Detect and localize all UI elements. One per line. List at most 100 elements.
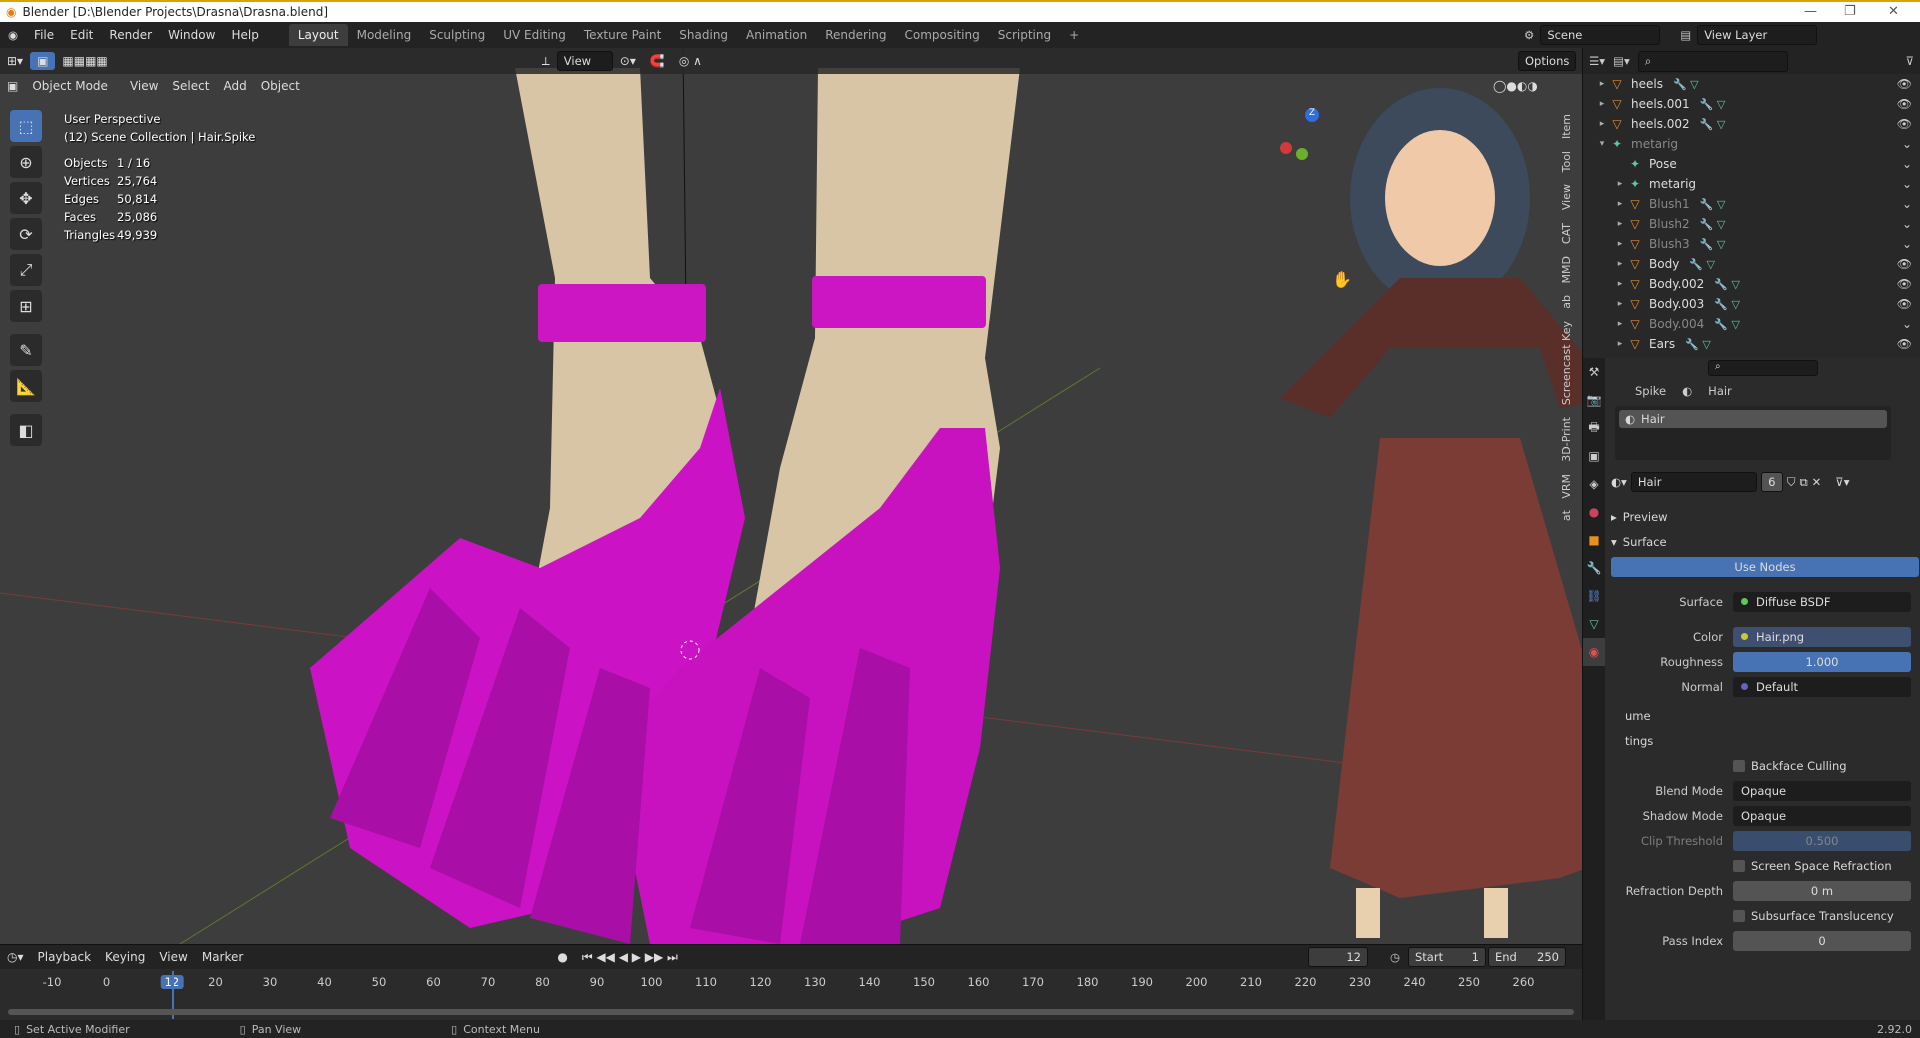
material-users-count[interactable]: 6 [1760, 472, 1783, 492]
material-browse-icon[interactable]: ⊽▾ [1835, 475, 1849, 489]
clip-threshold-slider[interactable]: 0.500 [1733, 830, 1911, 851]
output-tab-icon[interactable]: 🖶 [1583, 414, 1605, 442]
editor-type-icon[interactable]: ⊞▾ [0, 52, 30, 70]
sidebar-tab-item[interactable]: Item [1560, 108, 1580, 145]
outliner-row[interactable]: ▸ ▽ heels.001 🔧 ▽ 👁 [1583, 94, 1920, 114]
outliner-row[interactable]: ▸ ▽ Body.003 🔧 ▽ 👁 [1583, 294, 1920, 314]
tab-animation[interactable]: Animation [737, 24, 816, 46]
scene-tab-icon[interactable]: ◈ [1583, 470, 1605, 498]
surface-shader-field[interactable]: Diffuse BSDF [1733, 591, 1911, 612]
modifier-icons[interactable]: 🔧 ▽ [1689, 258, 1715, 271]
outliner-row[interactable]: ▸ ▽ Body.002 🔧 ▽ 👁 [1583, 274, 1920, 294]
sss-checkbox[interactable] [1733, 909, 1745, 922]
outliner-row[interactable]: ▸ ▽ Blush2 🔧 ▽ ⌄ [1583, 214, 1920, 234]
panel-settings[interactable]: tings [1605, 728, 1920, 753]
fake-user-icon[interactable]: ⛉ [1787, 475, 1796, 490]
expand-arrow-icon[interactable]: ▸ [1613, 319, 1627, 329]
blender-menu-icon[interactable]: ◉ [0, 28, 26, 42]
modifier-icons[interactable]: 🔧 ▽ [1673, 78, 1699, 91]
add-cube-tool[interactable]: ◧ [10, 414, 42, 446]
outliner-row[interactable]: ▾ ✦ metarig ⌄ [1583, 134, 1920, 154]
refraction-depth-field[interactable]: 0 m [1733, 880, 1911, 901]
expand-arrow-icon[interactable]: ▸ [1595, 79, 1609, 89]
modifier-icons[interactable]: 🔧 ▽ [1700, 198, 1726, 211]
blend-mode-select[interactable]: Opaque [1733, 780, 1911, 801]
filter-icon[interactable]: ⊽ [1906, 54, 1914, 68]
menu-help[interactable]: Help [223, 28, 266, 42]
expand-arrow-icon[interactable]: ▸ [1613, 279, 1627, 289]
sidebar-tab-tool[interactable]: Tool [1560, 145, 1580, 178]
modifier-icons[interactable]: 🔧 ▽ [1714, 318, 1740, 331]
expand-arrow-icon[interactable]: ▸ [1613, 179, 1627, 189]
backface-culling-checkbox[interactable] [1733, 759, 1745, 772]
menu-file[interactable]: File [26, 28, 62, 42]
pivot-icon[interactable]: ⊙▾ [613, 52, 643, 70]
navigation-gizmo[interactable]: Z ✋ [1270, 108, 1352, 289]
visibility-eye-icon[interactable]: 👁 [1897, 97, 1912, 111]
material-name-field[interactable]: Hair [1630, 472, 1757, 492]
sidebar-tab-vrm[interactable]: VRM [1560, 468, 1580, 505]
add-workspace-icon[interactable]: + [1060, 24, 1088, 46]
view-layer-field[interactable]: View Layer [1697, 25, 1818, 45]
mode-select[interactable]: Object Mode [25, 77, 115, 95]
browse-material-icon[interactable]: ◐▾ [1611, 475, 1627, 489]
viewport-menu-view[interactable]: View [123, 77, 165, 95]
expand-arrow-icon[interactable]: ▾ [1595, 139, 1609, 149]
shading-modes-icons[interactable]: ◯●◐◑ [1486, 77, 1545, 95]
sss-row[interactable]: Subsurface Translucency [1605, 903, 1920, 928]
outliner-row[interactable]: ▸ ▽ heels.002 🔧 ▽ 👁 [1583, 114, 1920, 134]
close-icon[interactable]: ✕ [1888, 4, 1899, 19]
y-axis-gizmo-icon[interactable] [1296, 148, 1308, 160]
expand-arrow-icon[interactable]: ▸ [1613, 339, 1627, 349]
measure-tool[interactable]: 📐 [10, 370, 42, 402]
transform-orientation-select[interactable]: View [556, 51, 613, 71]
menu-edit[interactable]: Edit [62, 28, 101, 42]
modifier-icons[interactable]: 🔧 ▽ [1700, 238, 1726, 251]
3d-viewport[interactable]: ⊞▾ ▣ ▦▦▦▦ ⟂ View ⊙▾ 🧲 ◎ ∧ Options ▣ Obje… [0, 48, 1582, 944]
expand-arrow-icon[interactable]: ▸ [1613, 259, 1627, 269]
modifier-icons[interactable]: 🔧 ▽ [1700, 118, 1726, 131]
tab-rendering[interactable]: Rendering [816, 24, 895, 46]
sidebar-tab-cat[interactable]: CAT [1560, 217, 1580, 250]
visibility-eye-icon[interactable]: ⌄ [1902, 217, 1912, 231]
maximize-icon[interactable]: ❐ [1844, 4, 1856, 19]
duplicate-icon[interactable]: ⧉ [1799, 475, 1807, 490]
viewport-menu-object[interactable]: Object [254, 77, 307, 95]
modifier-icons[interactable]: 🔧 ▽ [1685, 338, 1711, 351]
visibility-eye-icon[interactable]: ⌄ [1902, 237, 1912, 251]
visibility-eye-icon[interactable]: ⌄ [1902, 197, 1912, 211]
pass-index-field[interactable]: 0 [1733, 930, 1911, 951]
visibility-eye-icon[interactable]: ⌄ [1902, 157, 1912, 171]
outliner-row[interactable]: ▸ ✦ metarig ⌄ [1583, 174, 1920, 194]
world-tab-icon[interactable]: ● [1583, 498, 1605, 526]
render-tab-icon[interactable]: 📷 [1583, 386, 1605, 414]
annotate-tool[interactable]: ✎ [10, 334, 42, 366]
display-mode-icon[interactable]: ▤▾ [1613, 54, 1630, 68]
expand-arrow-icon[interactable]: ▸ [1613, 239, 1627, 249]
visibility-eye-icon[interactable]: ⌄ [1902, 177, 1912, 191]
expand-arrow-icon[interactable]: ▸ [1595, 99, 1609, 109]
viewport-menu-add[interactable]: Add [216, 77, 253, 95]
outliner-row[interactable]: ▸ ▽ Body.004 🔧 ▽ ⌄ [1583, 314, 1920, 334]
properties-search-input[interactable]: ⌕ [1708, 360, 1818, 376]
options-button[interactable]: Options [1518, 51, 1577, 71]
modifier-icons[interactable]: 🔧 ▽ [1700, 98, 1726, 111]
scene-field[interactable]: Scene [1540, 25, 1661, 45]
move-tool[interactable]: ✥ [10, 182, 42, 214]
tab-uv-editing[interactable]: UV Editing [494, 24, 575, 46]
sidebar-tab-at[interactable]: at [1560, 504, 1580, 527]
proportional-edit-icon[interactable]: ◎ ∧ [672, 52, 709, 70]
ssr-row[interactable]: Screen Space Refraction [1605, 853, 1920, 878]
visibility-eye-icon[interactable]: 👁 [1897, 297, 1912, 311]
visibility-eye-icon[interactable]: 👁 [1897, 117, 1912, 131]
select-box-icons[interactable]: ▦▦▦▦ [55, 52, 114, 70]
z-axis-gizmo-icon[interactable]: Z [1305, 108, 1319, 122]
select-mode-icon[interactable]: ▣ [30, 52, 56, 70]
modifier-icons[interactable]: 🔧 ▽ [1714, 278, 1740, 291]
sidebar-tab-screencast[interactable]: Screencast Key [1560, 315, 1580, 411]
menu-window[interactable]: Window [160, 28, 223, 42]
tab-sculpting[interactable]: Sculpting [420, 24, 494, 46]
outliner-row[interactable]: ✦ Pose ⌄ [1583, 154, 1920, 174]
outliner-row[interactable]: ▸ ▽ Body 🔧 ▽ 👁 [1583, 254, 1920, 274]
scale-tool[interactable]: ⤢ [10, 254, 42, 286]
